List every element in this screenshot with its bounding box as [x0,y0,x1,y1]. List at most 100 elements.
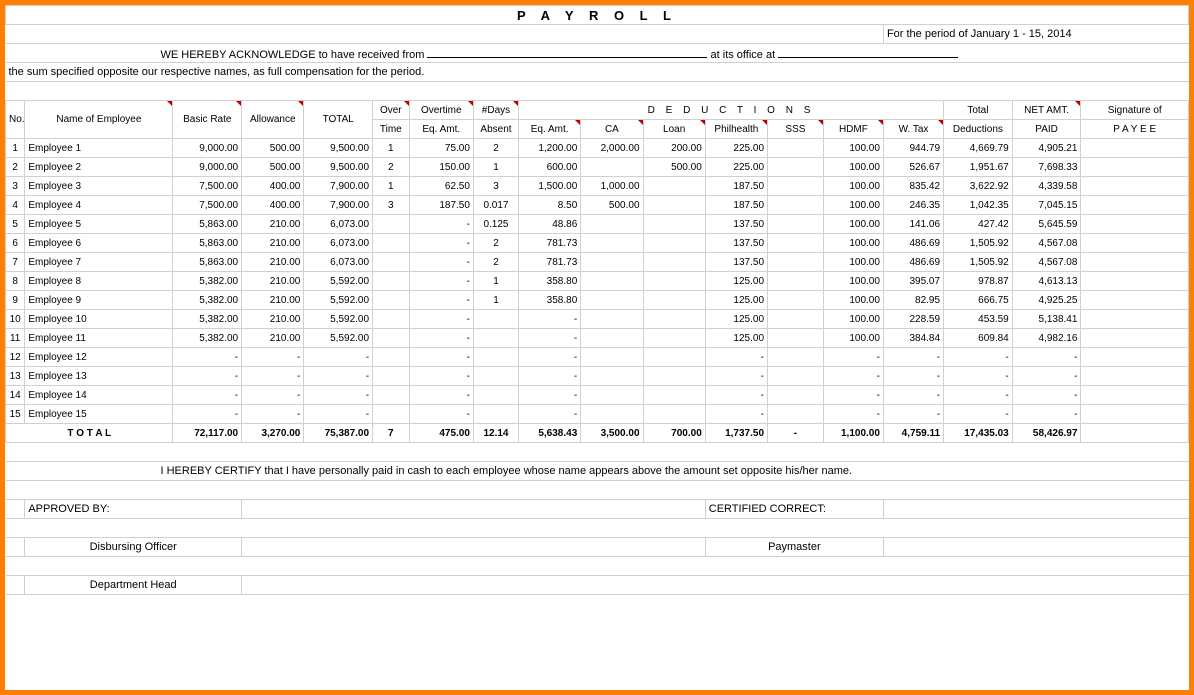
cell[interactable] [643,405,705,424]
cell[interactable]: 453.59 [944,310,1013,329]
cell[interactable] [1081,253,1189,272]
cell[interactable]: 11 [6,329,25,348]
cell[interactable] [768,215,824,234]
cell[interactable]: - [705,348,767,367]
cell[interactable]: 358.80 [519,291,581,310]
cell[interactable]: 100.00 [823,158,883,177]
cell[interactable]: - [173,405,242,424]
cell[interactable]: Employee 11 [25,329,173,348]
cell[interactable]: 500.00 [242,139,304,158]
cell[interactable] [643,367,705,386]
cell[interactable]: 4,982.16 [1012,329,1081,348]
cell[interactable] [643,310,705,329]
cell[interactable]: 7,900.00 [304,177,373,196]
cell[interactable]: 5,138.41 [1012,310,1081,329]
cell[interactable]: Employee 2 [25,158,173,177]
cell[interactable]: 82.95 [883,291,943,310]
cell[interactable]: 1 [373,177,409,196]
cell[interactable]: 228.59 [883,310,943,329]
cell[interactable]: 4 [6,196,25,215]
cell[interactable]: 5 [6,215,25,234]
cell[interactable]: 1,042.35 [944,196,1013,215]
cell[interactable]: 210.00 [242,291,304,310]
cell[interactable]: 100.00 [823,291,883,310]
cell[interactable]: 5,592.00 [304,291,373,310]
cell[interactable]: - [705,405,767,424]
cell[interactable]: 9,500.00 [304,158,373,177]
cell[interactable]: 100.00 [823,215,883,234]
cell[interactable]: Employee 13 [25,367,173,386]
cell[interactable]: - [409,234,473,253]
cell[interactable]: - [409,272,473,291]
cell[interactable]: - [173,348,242,367]
cell[interactable]: - [944,348,1013,367]
cell[interactable]: 1 [6,139,25,158]
cell[interactable]: 486.69 [883,234,943,253]
cell[interactable]: 395.07 [883,272,943,291]
cell[interactable]: 781.73 [519,253,581,272]
cell[interactable]: - [409,386,473,405]
cell[interactable]: - [1012,348,1081,367]
cell[interactable]: Employee 5 [25,215,173,234]
cell[interactable] [768,310,824,329]
cell[interactable]: - [883,348,943,367]
cell[interactable]: 5,382.00 [173,310,242,329]
cell[interactable]: 427.42 [944,215,1013,234]
cell[interactable]: - [883,367,943,386]
cell[interactable] [643,177,705,196]
cell[interactable]: - [944,405,1013,424]
cell[interactable] [373,367,409,386]
cell[interactable]: 384.84 [883,329,943,348]
cell[interactable]: 358.80 [519,272,581,291]
cell[interactable]: 100.00 [823,310,883,329]
cell[interactable] [581,291,643,310]
cell[interactable] [373,348,409,367]
cell[interactable]: 1 [473,272,518,291]
cell[interactable]: 137.50 [705,234,767,253]
cell[interactable] [373,253,409,272]
cell[interactable] [373,291,409,310]
cell[interactable]: Employee 14 [25,386,173,405]
cell[interactable]: 210.00 [242,310,304,329]
cell[interactable] [373,272,409,291]
cell[interactable] [373,386,409,405]
cell[interactable] [768,196,824,215]
cell[interactable]: 7,500.00 [173,196,242,215]
cell[interactable]: - [173,386,242,405]
cell[interactable]: 500.00 [643,158,705,177]
cell[interactable]: - [823,405,883,424]
cell[interactable]: 3 [473,177,518,196]
cell[interactable] [1081,177,1189,196]
cell[interactable] [1081,310,1189,329]
cell[interactable]: 400.00 [242,177,304,196]
cell[interactable]: 100.00 [823,253,883,272]
cell[interactable] [473,405,518,424]
cell[interactable] [768,329,824,348]
cell[interactable]: - [519,405,581,424]
cell[interactable]: 835.42 [883,177,943,196]
cell[interactable]: 2 [473,234,518,253]
cell[interactable]: 100.00 [823,234,883,253]
cell[interactable]: - [705,386,767,405]
cell[interactable]: - [304,405,373,424]
cell[interactable]: 0.017 [473,196,518,215]
cell[interactable]: 3 [6,177,25,196]
cell[interactable]: 4,669.79 [944,139,1013,158]
cell[interactable] [643,348,705,367]
cell[interactable]: 5,863.00 [173,215,242,234]
cell[interactable]: - [519,329,581,348]
cell[interactable] [1081,139,1189,158]
cell[interactable]: 210.00 [242,253,304,272]
cell[interactable]: - [823,348,883,367]
cell[interactable]: 526.67 [883,158,943,177]
cell[interactable]: - [944,367,1013,386]
cell[interactable] [768,234,824,253]
cell[interactable] [643,196,705,215]
cell[interactable] [1081,405,1189,424]
cell[interactable]: 7,500.00 [173,177,242,196]
cell[interactable]: - [883,386,943,405]
cell[interactable]: 1,505.92 [944,253,1013,272]
cell[interactable]: 12 [6,348,25,367]
cell[interactable]: 75.00 [409,139,473,158]
cell[interactable] [1081,215,1189,234]
